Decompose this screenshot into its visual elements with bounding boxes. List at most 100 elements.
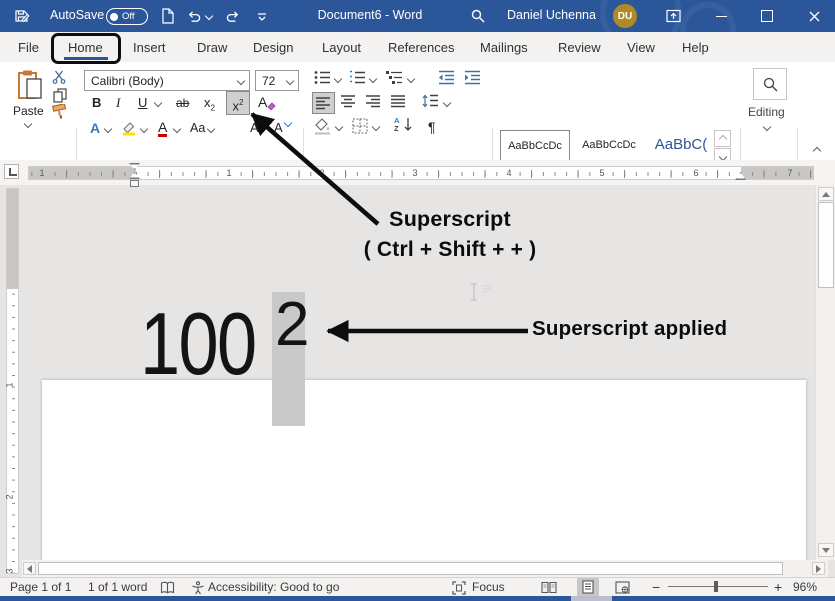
undo-dropdown-caret[interactable]: [205, 12, 213, 20]
grow-font-button[interactable]: A: [250, 121, 259, 134]
strikethrough-button[interactable]: ab: [176, 97, 189, 109]
scroll-right-button[interactable]: [812, 562, 825, 575]
paste-dropdown-caret[interactable]: [24, 120, 32, 128]
user-name[interactable]: Daniel Uchenna: [507, 8, 596, 22]
zoom-slider-thumb[interactable]: [714, 581, 718, 592]
collapse-ribbon-icon[interactable]: [813, 147, 821, 155]
undo-icon[interactable]: [186, 9, 201, 24]
tab-mailings[interactable]: Mailings: [480, 40, 528, 55]
decrease-indent-icon[interactable]: [438, 70, 455, 85]
font-family-combobox[interactable]: Calibri (Body): [84, 70, 250, 91]
justify-button[interactable]: [391, 95, 406, 108]
scroll-up-button[interactable]: [818, 187, 834, 201]
line-spacing-icon[interactable]: [422, 93, 439, 109]
italic-button[interactable]: I: [116, 96, 120, 109]
align-center-button[interactable]: [341, 95, 356, 108]
tab-design[interactable]: Design: [253, 40, 293, 55]
increase-indent-icon[interactable]: [464, 70, 481, 85]
focus-icon[interactable]: [452, 581, 466, 595]
sort-button[interactable]: A Z: [394, 117, 414, 134]
tab-references[interactable]: References: [388, 40, 454, 55]
format-painter-icon[interactable]: [51, 104, 68, 120]
numbering-icon[interactable]: [349, 70, 366, 85]
cut-icon[interactable]: [52, 70, 66, 84]
word-count[interactable]: 1 of 1 word: [88, 580, 147, 594]
line-spacing-caret[interactable]: [443, 99, 451, 107]
accessibility-icon[interactable]: [191, 581, 205, 595]
tab-insert[interactable]: Insert: [133, 40, 166, 55]
paste-button[interactable]: Paste: [13, 105, 44, 117]
font-color-button[interactable]: A: [158, 120, 167, 137]
search-icon[interactable]: [470, 8, 486, 24]
focus-label[interactable]: Focus: [472, 580, 505, 594]
underline-dropdown-caret[interactable]: [154, 99, 162, 107]
minimize-button[interactable]: [700, 0, 742, 32]
left-indent-marker[interactable]: [130, 180, 139, 187]
print-layout-button[interactable]: [577, 578, 599, 596]
superscript-button[interactable]: x2: [226, 91, 250, 115]
text-effects-caret[interactable]: [104, 125, 112, 133]
superscript-digit-text[interactable]: 2: [275, 294, 309, 356]
paste-icon[interactable]: [16, 70, 44, 102]
redo-icon[interactable]: [226, 9, 241, 24]
font-color-caret[interactable]: [173, 125, 181, 133]
scroll-down-button[interactable]: [818, 543, 834, 557]
zoom-in-button[interactable]: +: [774, 579, 782, 595]
tab-review[interactable]: Review: [558, 40, 601, 55]
font-size-combobox[interactable]: 72: [255, 70, 299, 91]
tab-help[interactable]: Help: [682, 40, 709, 55]
horizontal-scrollbar[interactable]: [22, 560, 828, 577]
editing-find-icon[interactable]: [753, 68, 787, 100]
align-right-button[interactable]: [366, 95, 381, 108]
tab-file[interactable]: File: [18, 40, 39, 55]
change-case-caret[interactable]: [207, 125, 215, 133]
tab-layout[interactable]: Layout: [322, 40, 361, 55]
highlight-color-caret[interactable]: [140, 125, 148, 133]
highlight-color-icon[interactable]: [121, 119, 137, 136]
read-mode-icon[interactable]: [541, 581, 557, 594]
close-button[interactable]: [793, 0, 835, 32]
zoom-slider-track[interactable]: [668, 586, 768, 587]
vertical-scroll-thumb[interactable]: [818, 202, 834, 288]
accessibility-status[interactable]: Accessibility: Good to go: [208, 580, 339, 594]
tab-draw[interactable]: Draw: [197, 40, 227, 55]
borders-caret[interactable]: [372, 123, 380, 131]
copy-icon[interactable]: [53, 88, 67, 103]
avatar[interactable]: DU: [613, 4, 637, 28]
tab-stop-selector[interactable]: [4, 164, 19, 179]
tab-view[interactable]: View: [627, 40, 655, 55]
editing-caret[interactable]: [763, 123, 771, 131]
subscript-button[interactable]: x2: [204, 96, 215, 113]
editing-button[interactable]: Editing: [748, 106, 785, 118]
shrink-font-button[interactable]: A: [274, 121, 283, 134]
multilevel-list-icon[interactable]: [385, 70, 403, 85]
shading-icon[interactable]: [314, 118, 332, 135]
zoom-out-button[interactable]: −: [652, 579, 660, 595]
align-left-button[interactable]: [312, 92, 335, 114]
bullets-icon[interactable]: [314, 70, 331, 85]
bullets-caret[interactable]: [334, 75, 342, 83]
numbering-caret[interactable]: [369, 75, 377, 83]
page-info[interactable]: Page 1 of 1: [10, 580, 71, 594]
borders-icon[interactable]: [352, 118, 369, 135]
underline-button[interactable]: U: [138, 96, 147, 109]
proofing-icon[interactable]: [160, 581, 175, 595]
vertical-ruler[interactable]: [6, 188, 19, 574]
save-icon[interactable]: [14, 8, 30, 24]
ribbon-display-options-icon[interactable]: [666, 9, 681, 23]
maximize-button[interactable]: [746, 0, 788, 32]
autosave-toggle[interactable]: Off: [106, 8, 148, 25]
quick-access-toolbar-icon[interactable]: [256, 11, 268, 23]
clear-formatting-button[interactable]: A: [258, 95, 267, 109]
change-case-button[interactable]: Aa: [190, 122, 205, 135]
horizontal-scroll-thumb[interactable]: [38, 562, 783, 575]
document-text[interactable]: 100: [140, 300, 255, 388]
zoom-level[interactable]: 96%: [793, 580, 817, 594]
text-effects-button[interactable]: A: [90, 121, 100, 135]
shading-caret[interactable]: [335, 123, 343, 131]
styles-scroll-up[interactable]: [714, 130, 731, 147]
bold-button[interactable]: B: [92, 96, 101, 109]
show-hide-pilcrow-button[interactable]: ¶: [428, 120, 436, 134]
web-layout-icon[interactable]: [615, 581, 630, 594]
vertical-scrollbar[interactable]: [815, 185, 835, 560]
